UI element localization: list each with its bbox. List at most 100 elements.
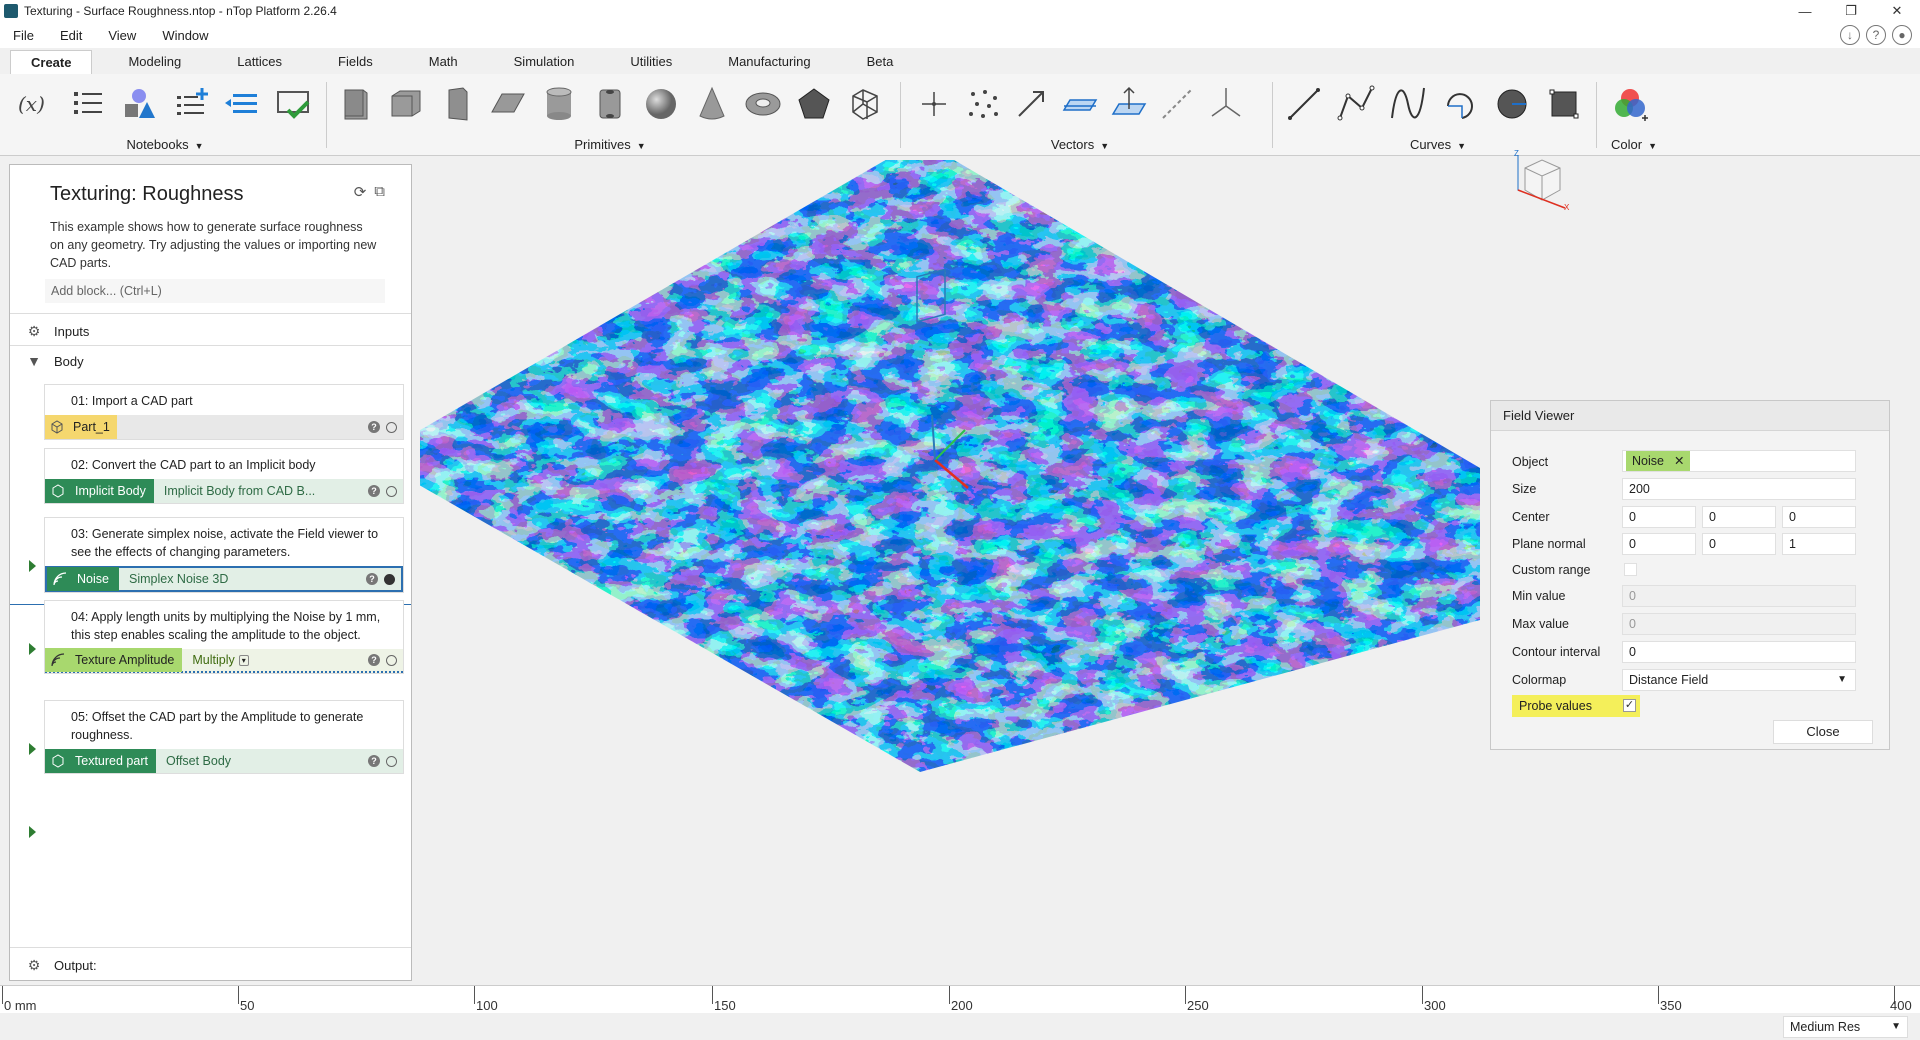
block-type[interactable]: Multiply (182, 653, 234, 667)
shapes-icon[interactable] (113, 78, 165, 130)
arc-icon[interactable] (1434, 78, 1486, 130)
line-icon[interactable] (1278, 78, 1330, 130)
contour-interval-input[interactable]: 0 (1622, 641, 1856, 663)
probe-values-checkbox[interactable]: ✓ (1623, 699, 1636, 712)
notebooks-group-label[interactable]: Notebooks (126, 137, 188, 152)
point-cloud-icon[interactable] (959, 78, 1008, 130)
block-texture-amplitude[interactable]: 04: Apply length units by multiplying th… (44, 600, 404, 674)
close-field-viewer-button[interactable]: Close (1773, 720, 1873, 744)
visibility-toggle[interactable] (386, 755, 397, 767)
block-import-cad[interactable]: 01: Import a CAD part Part_1 ? (44, 384, 404, 440)
block-textured-part[interactable]: 05: Offset the CAD part by the Amplitude… (44, 700, 404, 774)
size-input[interactable]: 200 (1622, 478, 1856, 500)
block-noise[interactable]: 03: Generate simplex noise, activate the… (44, 517, 404, 593)
add-block-input[interactable]: Add block... (Ctrl+L) (45, 279, 385, 303)
point-icon[interactable] (910, 78, 959, 130)
colormap-select[interactable]: Distance Field ▼ (1622, 669, 1856, 691)
circle-icon[interactable] (1486, 78, 1538, 130)
center-y-input[interactable]: 0 (1702, 506, 1776, 528)
object-chip[interactable]: Noise ✕ (1626, 451, 1691, 471)
vector-icon[interactable] (1007, 78, 1056, 130)
restore-button[interactable]: ❐ (1828, 0, 1874, 22)
tab-manufacturing[interactable]: Manufacturing (708, 50, 830, 74)
sphere-icon[interactable] (635, 78, 686, 130)
variable-texture-amplitude[interactable]: Texture Amplitude (45, 648, 183, 672)
add-list-icon[interactable] (165, 78, 217, 130)
box-icon[interactable] (381, 78, 432, 130)
close-window-button[interactable]: ✕ (1874, 0, 1920, 22)
view-cube[interactable]: Z X (1510, 149, 1570, 213)
visibility-toggle[interactable] (386, 421, 397, 433)
resolution-select[interactable]: Medium Res ▼ (1783, 1016, 1908, 1038)
normal-z-input[interactable]: 1 (1782, 533, 1856, 555)
custom-range-checkbox[interactable] (1624, 563, 1637, 576)
pipe-icon[interactable] (585, 78, 636, 130)
output-section[interactable]: ⚙ Output: (10, 951, 411, 979)
variable-textured-part[interactable]: Textured part (45, 749, 156, 773)
primitives-group-label[interactable]: Primitives (574, 137, 630, 152)
menu-edit[interactable]: Edit (47, 28, 95, 43)
tab-math[interactable]: Math (409, 50, 478, 74)
vectors-group-label[interactable]: Vectors (1051, 137, 1094, 152)
block-type[interactable]: Simplex Noise 3D (119, 572, 228, 586)
visibility-toggle[interactable] (386, 485, 397, 497)
variable-implicit-body[interactable]: Implicit Body (45, 479, 154, 503)
chevron-down-icon[interactable]: ▾ (238, 654, 249, 666)
line-dashed-icon[interactable] (1153, 78, 1202, 130)
color-icon[interactable] (1604, 78, 1656, 130)
expand-arrow-icon[interactable] (29, 560, 36, 572)
cone-icon[interactable] (686, 78, 737, 130)
cylinder-icon[interactable] (534, 78, 585, 130)
chevron-down-icon[interactable]: ▼ (1891, 1017, 1901, 1037)
tab-lattices[interactable]: Lattices (217, 50, 302, 74)
help-icon[interactable]: ? (368, 654, 380, 666)
account-icon[interactable]: ● (1892, 25, 1912, 45)
chevron-down-icon[interactable]: ▼ (1837, 670, 1847, 690)
tab-beta[interactable]: Beta (847, 50, 914, 74)
body-section[interactable]: ▼ Body (10, 347, 411, 375)
curves-group-label[interactable]: Curves (1410, 137, 1451, 152)
help-icon[interactable]: ? (368, 485, 380, 497)
visibility-toggle[interactable] (384, 573, 395, 585)
variable-icon[interactable]: (x) (10, 78, 62, 130)
prism-icon[interactable] (432, 78, 483, 130)
plane-icon[interactable] (1056, 78, 1105, 130)
min-value-input[interactable]: 0 (1622, 585, 1856, 607)
menu-view[interactable]: View (95, 28, 149, 43)
list-icon[interactable] (62, 78, 114, 130)
download-icon[interactable]: ↓ (1840, 25, 1860, 45)
expand-arrow-icon[interactable] (29, 643, 36, 655)
menu-window[interactable]: Window (149, 28, 221, 43)
wireframe-box-icon[interactable] (839, 78, 890, 130)
expand-arrow-icon[interactable] (29, 743, 36, 755)
inputs-section[interactable]: ⚙ Inputs (10, 317, 411, 345)
tab-modeling[interactable]: Modeling (108, 50, 201, 74)
block-type[interactable]: Implicit Body from CAD B... (154, 484, 315, 498)
help-icon[interactable]: ? (366, 573, 378, 585)
expand-arrow-icon[interactable] (29, 826, 36, 838)
variable-part1[interactable]: Part_1 (45, 415, 117, 439)
close-icon[interactable]: ✕ (1674, 454, 1684, 468)
menu-file[interactable]: File (0, 28, 47, 43)
block-icon[interactable] (330, 78, 381, 130)
help-icon[interactable]: ? (368, 755, 380, 767)
max-value-input[interactable]: 0 (1622, 613, 1856, 635)
spline-icon[interactable] (1382, 78, 1434, 130)
tab-create[interactable]: Create (10, 50, 93, 74)
rectangle-icon[interactable] (1538, 78, 1590, 130)
insert-list-icon[interactable] (217, 78, 269, 130)
visibility-toggle[interactable] (386, 654, 397, 666)
normal-y-input[interactable]: 0 (1702, 533, 1776, 555)
frame-icon[interactable] (1201, 78, 1250, 130)
checklist-icon[interactable] (268, 78, 320, 130)
collapse-icon[interactable]: ▼ (26, 353, 42, 369)
center-z-input[interactable]: 0 (1782, 506, 1856, 528)
tab-simulation[interactable]: Simulation (494, 50, 595, 74)
plane-normal-icon[interactable] (1104, 78, 1153, 130)
variable-noise[interactable]: Noise (47, 567, 119, 591)
wedge-icon[interactable] (483, 78, 534, 130)
torus-icon[interactable] (737, 78, 788, 130)
tab-utilities[interactable]: Utilities (610, 50, 692, 74)
normal-x-input[interactable]: 0 (1622, 533, 1696, 555)
block-type[interactable]: Offset Body (156, 754, 231, 768)
